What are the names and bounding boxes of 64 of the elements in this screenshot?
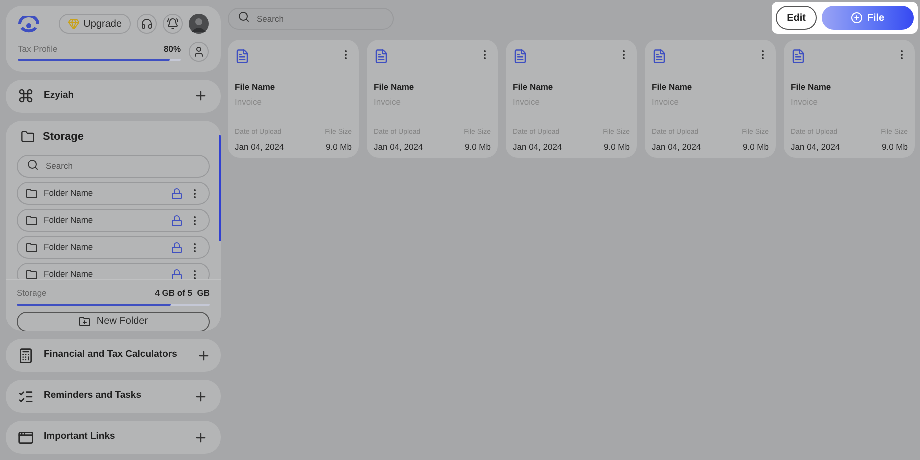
file-name: File Name — [791, 81, 832, 94]
file-name: File Name — [513, 81, 554, 94]
file-name: File Name — [235, 81, 276, 94]
storage-usage: 4 GB of 5 GB — [155, 287, 210, 300]
upgrade-button[interactable]: Upgrade — [58, 14, 131, 34]
file-button[interactable]: File — [822, 6, 914, 30]
folder-item[interactable]: Folder Name — [17, 236, 210, 260]
gem-icon — [68, 18, 80, 30]
file-size: 9.0 Mb — [604, 141, 630, 154]
folder-plus-icon — [78, 316, 91, 328]
folder-name: Folder Name — [44, 214, 94, 227]
document-icon — [652, 49, 667, 64]
folder-icon — [26, 214, 38, 227]
file-name: File Name — [374, 81, 416, 94]
search-field[interactable]: Search — [228, 8, 394, 30]
upload-date: Jan 04, 2024 — [791, 141, 840, 154]
folder-name: Folder Name — [44, 187, 94, 200]
upload-date: Jan 04, 2024 — [513, 141, 562, 154]
section-title: Reminders and Tasks — [44, 389, 142, 404]
avatar[interactable] — [189, 14, 209, 34]
upload-date: Jan 04, 2024 — [652, 141, 702, 154]
logo-icon — [18, 16, 40, 34]
folder-icon — [21, 130, 35, 144]
file-size: 9.0 Mb — [882, 141, 908, 154]
headphones-button[interactable] — [137, 14, 157, 34]
folder-icon — [26, 242, 38, 254]
section-title: Important Links — [44, 430, 116, 444]
tax-profile-percent: 80% — [164, 42, 181, 56]
checklist-icon — [18, 388, 34, 404]
storage-label: Storage — [17, 287, 47, 300]
document-icon — [374, 49, 389, 64]
window-icon — [18, 430, 34, 446]
document-icon — [235, 49, 250, 64]
new-folder-button[interactable]: New Folder — [17, 312, 210, 331]
folder-item[interactable]: Folder Name — [17, 209, 210, 232]
folder-item[interactable]: Folder Name — [17, 182, 210, 206]
headphones-icon — [141, 18, 153, 30]
bell-button[interactable] — [163, 14, 183, 34]
file-name: File Name — [652, 81, 694, 94]
upload-date: Jan 04, 2024 — [235, 141, 284, 154]
folder-icon — [26, 188, 38, 200]
plus-circle-icon — [851, 12, 864, 24]
file-size: 9.0 Mb — [743, 141, 769, 154]
profile-button[interactable] — [189, 42, 209, 62]
user-icon — [193, 46, 205, 58]
folder-name: Folder Name — [44, 268, 94, 279]
section-title: Ezyiah — [44, 88, 74, 103]
bell-icon — [167, 18, 179, 30]
search-icon — [238, 11, 250, 23]
file-size: 9.0 Mb — [465, 141, 491, 154]
folder-name: Folder Name — [44, 241, 94, 254]
command-icon — [18, 88, 34, 104]
tax-profile-label: Tax Profile — [18, 42, 58, 56]
search-field[interactable]: Search — [17, 154, 210, 178]
search-icon — [27, 158, 39, 171]
calculator-icon — [18, 348, 34, 364]
folder-icon — [26, 268, 38, 279]
file-size: 9.0 Mb — [326, 141, 352, 154]
section-title: Financial and Tax Calculators — [44, 348, 178, 362]
upload-date: Jan 04, 2024 — [374, 141, 424, 154]
document-icon — [791, 49, 806, 64]
document-icon — [513, 49, 528, 64]
edit-button[interactable]: Edit — [776, 6, 817, 30]
storage-title: Storage — [43, 130, 84, 145]
